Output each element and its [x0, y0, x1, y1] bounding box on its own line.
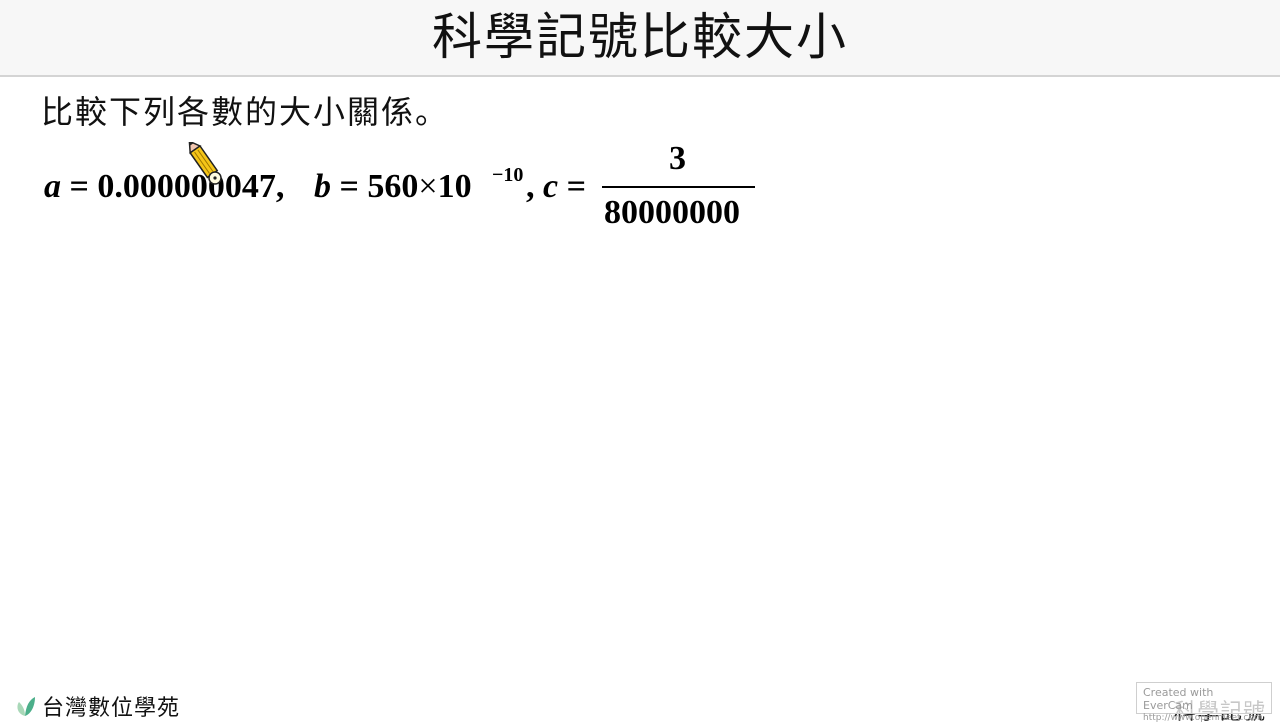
question-text: 比較下列各數的大小關係。: [41, 93, 450, 131]
slide-header: 科學記號比較大小: [0, 0, 1280, 77]
equals-sign: =: [339, 168, 359, 205]
c-numerator: 3: [669, 140, 686, 177]
watermark-line2: http://www.openmeet.com: [1143, 713, 1263, 723]
brand-footer: 台灣數位學苑: [14, 690, 180, 722]
b-mantissa: 560: [367, 168, 419, 205]
c-denominator: 80000000: [604, 194, 740, 231]
evercam-watermark: Created with EverCam http://www.openmeet…: [1136, 682, 1272, 723]
fraction-bar: [602, 186, 755, 188]
b-base: 10: [437, 168, 472, 205]
comma: ,: [526, 168, 535, 205]
times-sign: ×: [418, 168, 438, 205]
comma: ,: [275, 168, 285, 205]
pencil-icon: [188, 142, 222, 185]
equals-sign: =: [566, 168, 586, 205]
slide-title: 科學記號比較大小: [432, 8, 848, 66]
leaf-icon: [17, 697, 35, 716]
watermark-line1: Created with EverCam: [1143, 686, 1214, 712]
var-b: b: [314, 168, 331, 205]
var-c: c: [543, 168, 559, 205]
equals-sign: =: [69, 168, 89, 205]
b-exponent: −10: [492, 164, 524, 186]
brand-name: 台灣數位學苑: [42, 696, 181, 721]
var-a: a: [44, 168, 61, 205]
